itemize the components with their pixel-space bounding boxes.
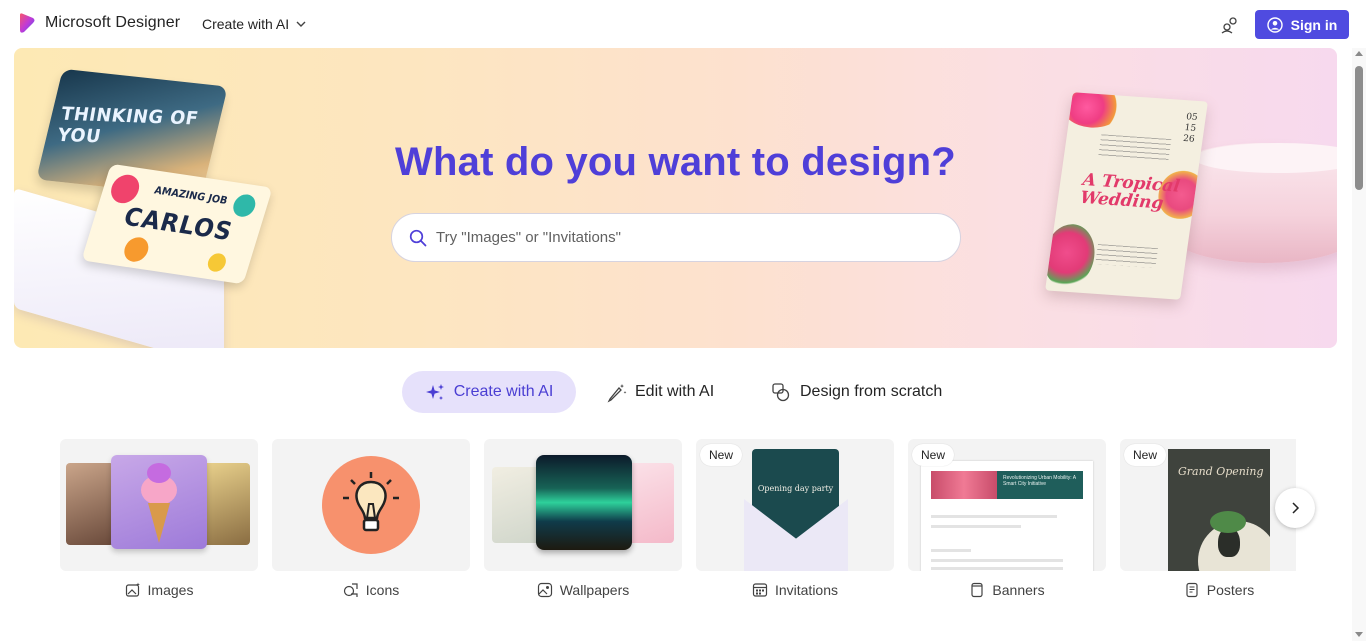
page-scrollbar[interactable] [1352, 48, 1366, 641]
category-label-text: Invitations [774, 582, 839, 598]
grand-opening-poster-image: Grand Opening [1168, 449, 1270, 571]
banner-icon [971, 582, 984, 598]
carousel-next-button[interactable] [1275, 488, 1315, 528]
category-banners[interactable]: Revolutionizing Urban Mobility: A Smart … [908, 439, 1106, 609]
category-icons[interactable]: Icons [272, 439, 470, 609]
mode-tabs: Create with AI Edit with AI Design from … [0, 371, 1352, 413]
magic-pen-icon [607, 383, 627, 402]
scroll-down-arrow-icon[interactable] [1355, 632, 1363, 637]
tab-edit-label: Edit with AI [635, 383, 715, 400]
category-thumbnail[interactable] [60, 439, 258, 571]
lightbulb-image [322, 456, 420, 554]
aurora-image [536, 455, 632, 550]
sign-in-label: Sign in [1290, 16, 1338, 33]
scroll-thumb[interactable] [1355, 66, 1363, 190]
share-button[interactable] [1219, 14, 1241, 36]
hero-title: What do you want to design? [395, 140, 956, 184]
category-thumbnail[interactable] [484, 439, 682, 571]
category-label-text: Banners [992, 582, 1045, 598]
chevron-right-icon [1292, 502, 1300, 514]
tab-create-label: Create with AI [453, 383, 554, 400]
category-label[interactable]: Posters [1120, 582, 1296, 598]
brand-name: Microsoft Designer [45, 14, 181, 31]
image-sparkle-icon [125, 582, 140, 597]
category-label[interactable]: Wallpapers [484, 582, 682, 598]
category-label-text: Icons [365, 582, 400, 598]
category-thumbnail[interactable]: Grand Opening New [1120, 439, 1296, 571]
category-thumbnail[interactable]: Revolutionizing Urban Mobility: A Smart … [908, 439, 1106, 571]
scroll-up-arrow-icon[interactable] [1355, 51, 1363, 56]
category-label-text: Wallpapers [559, 582, 630, 598]
icons-icon [343, 583, 358, 597]
category-posters[interactable]: Grand Opening New Posters [1120, 439, 1296, 609]
category-label-text: Images [147, 582, 194, 598]
chevron-down-icon [296, 21, 306, 27]
carlos-card-small-text: AMAZING JOB [152, 185, 229, 207]
design-search-box[interactable] [391, 213, 961, 262]
tab-design-from-scratch[interactable]: Design from scratch [771, 371, 942, 413]
wallpaper-icon [537, 582, 552, 598]
new-badge: New [700, 444, 743, 466]
hero-banner: THINKING OF YOU AMAZING JOB CARLOS 05 15 2… [14, 48, 1337, 348]
poster-icon [1186, 582, 1198, 598]
category-label[interactable]: Invitations [696, 582, 894, 598]
category-label[interactable]: Banners [908, 582, 1106, 598]
tab-scratch-label: Design from scratch [800, 383, 943, 400]
category-label-text: Posters [1206, 582, 1255, 598]
shapes-icon [772, 382, 790, 401]
sparkle-icon [425, 383, 444, 400]
new-badge: New [912, 444, 955, 466]
person-circle-icon [1266, 16, 1283, 33]
designer-logo-icon [20, 13, 35, 33]
calendar-icon [752, 583, 768, 597]
search-icon [409, 229, 427, 246]
new-badge: New [1124, 444, 1167, 466]
create-menu-label: Create with AI [202, 16, 290, 32]
people-share-icon [1221, 17, 1237, 34]
banner-thumb-text: Revolutionizing Urban Mobility: A Smart … [1003, 475, 1076, 487]
category-invitations[interactable]: Opening day party New Invitations [696, 439, 894, 609]
category-thumbnail[interactable] [272, 439, 470, 571]
sign-in-button[interactable]: Sign in [1255, 10, 1349, 39]
category-label[interactable]: Images [60, 582, 258, 598]
create-with-ai-menu[interactable]: Create with AI [202, 16, 307, 32]
tab-edit-with-ai[interactable]: Edit with AI [606, 371, 714, 413]
ice-cream-image [111, 455, 207, 549]
top-bar: Microsoft Designer Create with AI Sign i… [0, 0, 1352, 48]
tropical-wedding-card-illustration: 05 15 26 A Tropical Wedding [1045, 92, 1208, 300]
brand[interactable]: Microsoft Designer [18, 13, 180, 33]
category-label[interactable]: Icons [272, 582, 470, 598]
search-input[interactable] [436, 229, 916, 246]
poster-thumb-text: Grand Opening [1178, 465, 1264, 478]
invitation-thumb-text: Opening day party [757, 484, 834, 493]
category-wallpapers[interactable]: Wallpapers [484, 439, 682, 609]
category-carousel: Images Icons Wallpapers Opening day part… [60, 439, 1296, 629]
tab-create-with-ai[interactable]: Create with AI [402, 371, 576, 413]
category-images[interactable]: Images [60, 439, 258, 609]
banner-document-image: Revolutionizing Urban Mobility: A Smart … [921, 461, 1093, 571]
category-thumbnail[interactable]: Opening day party New [696, 439, 894, 571]
